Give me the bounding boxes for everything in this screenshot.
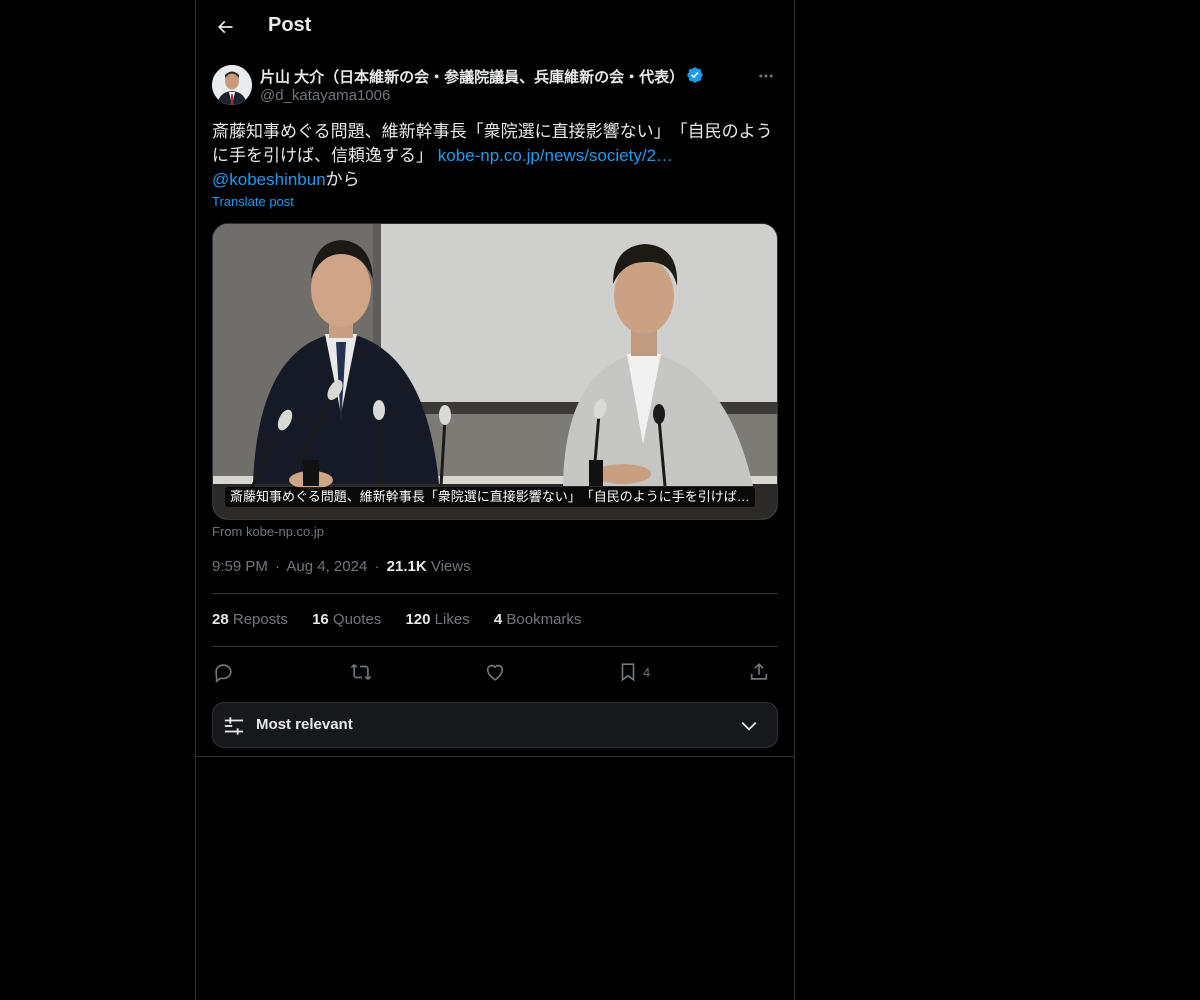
author-display-name[interactable]: 片山 大介（日本維新の会・参議院議員、兵庫維新の会・代表）: [260, 66, 684, 87]
post-time[interactable]: 9:59 PM: [212, 558, 268, 575]
likes-stat[interactable]: 120 Likes: [405, 611, 469, 628]
back-arrow-icon: [217, 20, 233, 34]
quotes-stat[interactable]: 16 Quotes: [312, 611, 381, 628]
repost-button[interactable]: [349, 658, 373, 686]
reposts-stat[interactable]: 28 Reposts: [212, 611, 288, 628]
post-meta: 9:59 PM · Aug 4, 2024 · 21.1K Views: [212, 558, 471, 575]
reposts-count: 28: [212, 611, 229, 628]
bookmark-button[interactable]: 4: [617, 658, 650, 686]
bookmarks-label: Bookmarks: [506, 611, 582, 628]
quotes-count: 16: [312, 611, 329, 628]
likes-count: 120: [405, 611, 431, 628]
like-icon: [486, 664, 504, 681]
translate-post-link[interactable]: Translate post: [212, 194, 294, 209]
post-stats: 28 Reposts 16 Quotes 120 Likes 4 Bookmar…: [212, 611, 601, 628]
bookmarks-count: 4: [493, 611, 503, 628]
chevron-down-icon: [741, 721, 757, 731]
link-card-source[interactable]: From kobe-np.co.jp: [212, 524, 324, 539]
like-button[interactable]: [484, 658, 506, 686]
press-conference-photo: [213, 224, 777, 519]
reposts-label: Reposts: [232, 611, 288, 628]
repost-icon: [350, 664, 372, 680]
bookmarks-stat[interactable]: 4 Bookmarks: [494, 611, 582, 628]
sort-label: Most relevant: [256, 716, 353, 733]
divider: [212, 593, 778, 594]
author-handle[interactable]: @d_katayama1006: [260, 87, 390, 104]
post-actions: 4: [212, 658, 778, 686]
likes-label: Likes: [434, 611, 470, 628]
more-dots-icon: [759, 74, 773, 78]
divider: [212, 646, 778, 647]
post-text-suffix: から: [325, 170, 360, 189]
share-button[interactable]: [748, 658, 770, 686]
post-text: 斎藤知事めぐる問題、維新幹事長「衆院選に直接影響ない」 「自民のように手を引けば…: [212, 120, 778, 192]
back-button[interactable]: [212, 14, 238, 40]
bookmark-count: 4: [643, 664, 651, 680]
meta-separator: ·: [275, 558, 281, 575]
post-author: 片山 大介（日本維新の会・参議院議員、兵庫維新の会・代表） @d_katayam…: [212, 64, 778, 108]
sliders-icon: [224, 717, 244, 735]
link-card-image[interactable]: 斎藤知事めぐる問題、維新幹事長「衆院選に直接影響ない」 「自民のように手を引けば…: [212, 223, 778, 520]
verified-badge-icon: [687, 67, 703, 83]
page-header: Post: [196, 0, 794, 54]
main-column: Post 片山 大介（日本維新の会・参議院議員、兵庫維新の会・代表） @d_ka…: [195, 0, 795, 1000]
bookmark-icon: [621, 663, 635, 682]
replies-sort-dropdown[interactable]: Most relevant: [212, 702, 778, 748]
share-icon: [750, 663, 768, 680]
reply-icon: [215, 664, 232, 683]
quotes-label: Quotes: [332, 611, 382, 628]
reply-button[interactable]: [212, 658, 234, 686]
avatar[interactable]: [212, 65, 252, 105]
mention-link[interactable]: @kobeshinbun: [212, 170, 326, 189]
article-link[interactable]: kobe-np.co.jp/news/society/2…: [438, 146, 673, 165]
meta-separator: ·: [374, 558, 380, 575]
more-options-button[interactable]: [754, 64, 778, 88]
post-date[interactable]: Aug 4, 2024: [286, 558, 367, 575]
replies-area: [196, 756, 794, 757]
views-count: 21.1K: [386, 558, 427, 575]
views-label: Views: [430, 558, 471, 575]
page-title: Post: [268, 14, 312, 36]
link-card-title: 斎藤知事めぐる問題、維新幹事長「衆院選に直接影響ない」 「自民のように手を引けば…: [225, 487, 755, 507]
